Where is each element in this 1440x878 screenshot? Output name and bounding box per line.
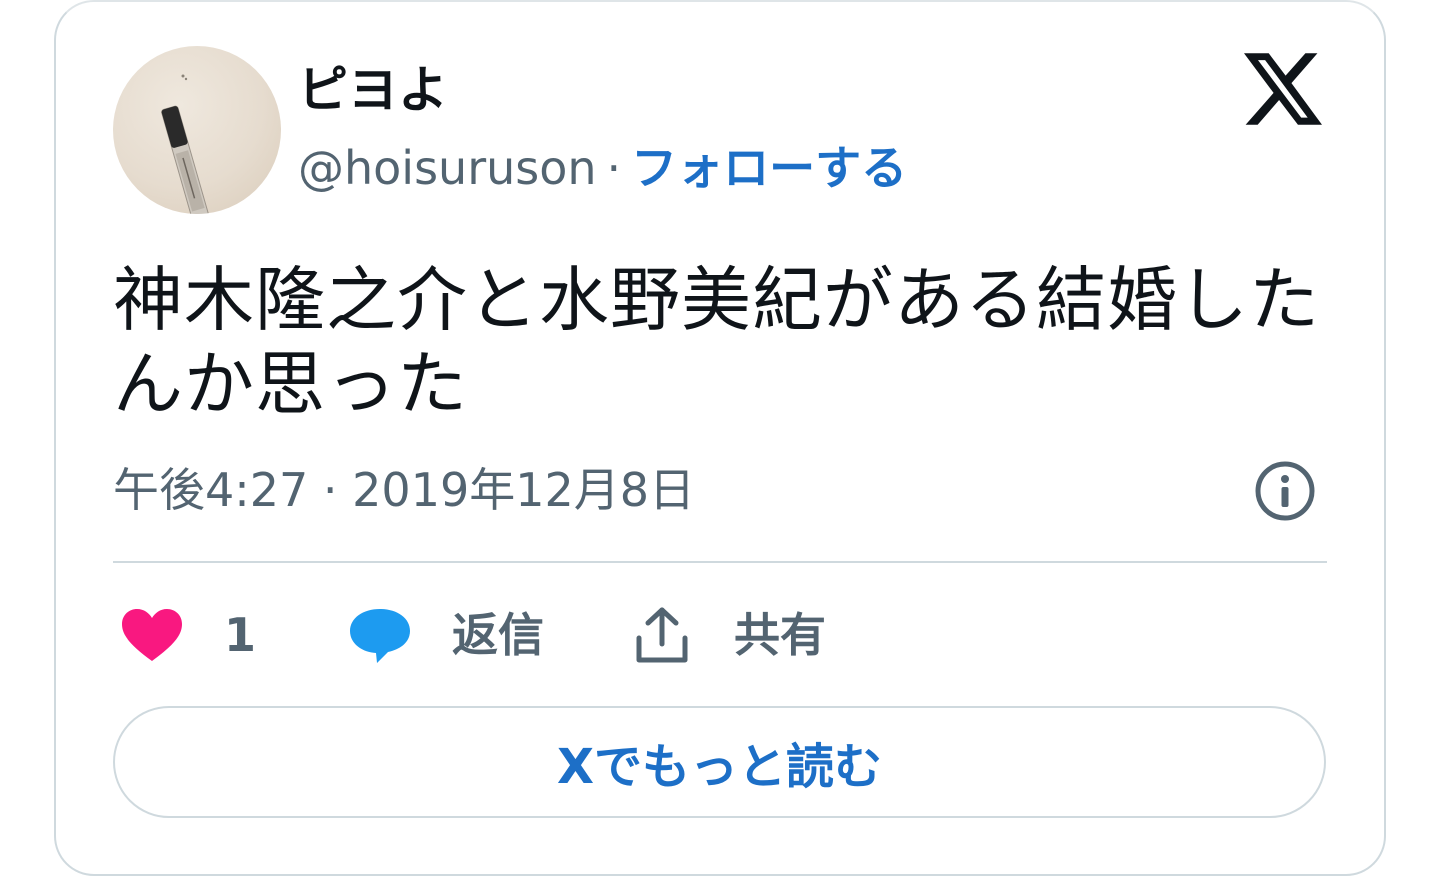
- avatar[interactable]: [113, 46, 281, 214]
- tweet-text: 神木隆之介と水野美紀がある結婚したんか思った: [113, 259, 1320, 425]
- heart-icon: [122, 609, 182, 661]
- follow-button[interactable]: フォローする: [631, 141, 907, 195]
- like-button[interactable]: 1: [120, 600, 256, 670]
- divider: [113, 561, 1327, 563]
- handle-row: @hoisuruson · フォローする: [298, 138, 907, 198]
- separator-dot: ·: [606, 141, 622, 195]
- avatar-pen-image: [161, 74, 210, 214]
- share-button[interactable]: 共有: [634, 600, 826, 670]
- reply-label: 返信: [452, 608, 544, 662]
- display-name[interactable]: ピヨよ: [298, 58, 448, 122]
- read-more-on-x-button[interactable]: Xでもっと読む: [113, 706, 1326, 818]
- share-upload-icon: [636, 607, 688, 663]
- reply-button[interactable]: 返信: [348, 600, 544, 670]
- like-count: 1: [224, 608, 257, 662]
- user-handle[interactable]: @hoisuruson: [298, 141, 597, 195]
- speech-bubble-icon: [350, 609, 410, 663]
- x-logo-icon[interactable]: [1244, 52, 1322, 126]
- tweet-timestamp[interactable]: 午後4:27 · 2019年12月8日: [113, 460, 695, 520]
- info-icon[interactable]: [1254, 460, 1316, 522]
- share-label: 共有: [734, 608, 826, 662]
